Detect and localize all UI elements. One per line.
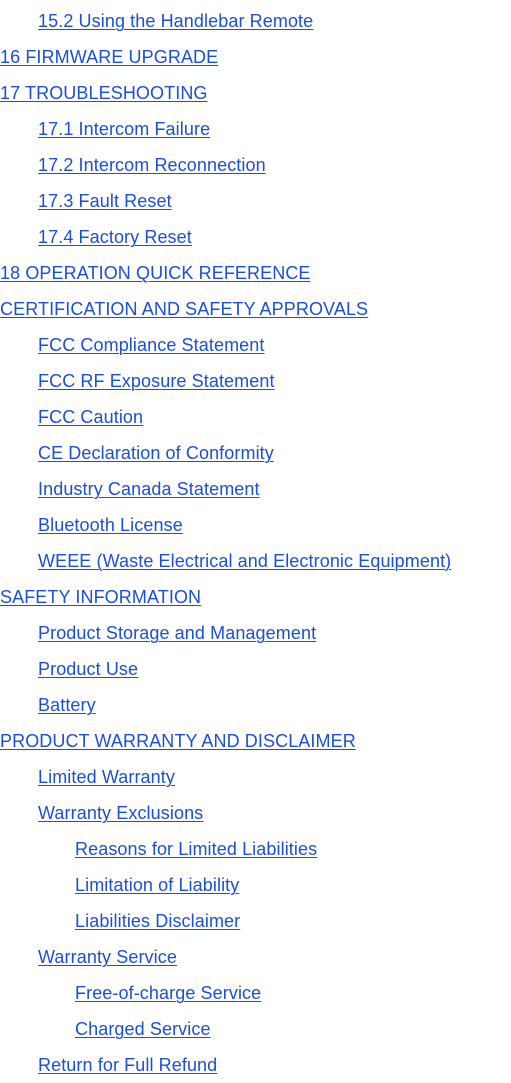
toc-entry[interactable]: 17.1 Intercom Failure bbox=[0, 111, 511, 147]
toc-link[interactable]: 16 FIRMWARE UPGRADE bbox=[0, 47, 218, 67]
toc-link[interactable]: Limited Warranty bbox=[38, 767, 175, 787]
toc-entry[interactable]: Limitation of Liability bbox=[0, 867, 511, 903]
toc-entry[interactable]: WEEE (Waste Electrical and Electronic Eq… bbox=[0, 543, 511, 579]
toc-link[interactable]: Liabilities Disclaimer bbox=[75, 911, 240, 931]
toc-link[interactable]: FCC Compliance Statement bbox=[38, 335, 265, 355]
toc-entry[interactable]: Reasons for Limited Liabilities bbox=[0, 831, 511, 867]
toc-entry[interactable]: PRODUCT WARRANTY AND DISCLAIMER bbox=[0, 723, 511, 759]
toc-entry[interactable]: Warranty Exclusions bbox=[0, 795, 511, 831]
toc-link[interactable]: FCC Caution bbox=[38, 407, 143, 427]
toc-link[interactable]: Charged Service bbox=[75, 1019, 211, 1039]
toc-link[interactable]: FCC RF Exposure Statement bbox=[38, 371, 275, 391]
toc-link[interactable]: Warranty Exclusions bbox=[38, 803, 203, 823]
toc-link[interactable]: Product Storage and Management bbox=[38, 623, 316, 643]
toc-entry[interactable]: 17.3 Fault Reset bbox=[0, 183, 511, 219]
toc-link[interactable]: 17.3 Fault Reset bbox=[38, 191, 172, 211]
toc-link[interactable]: WEEE (Waste Electrical and Electronic Eq… bbox=[38, 551, 451, 571]
toc-entry[interactable]: 15.2 Using the Handlebar Remote bbox=[0, 3, 511, 39]
toc-link[interactable]: Industry Canada Statement bbox=[38, 479, 260, 499]
toc-entry[interactable]: FCC Compliance Statement bbox=[0, 327, 511, 363]
toc-link[interactable]: Return for Full Refund bbox=[38, 1055, 217, 1075]
toc-entry[interactable]: 16 FIRMWARE UPGRADE bbox=[0, 39, 511, 75]
toc-entry[interactable]: FCC RF Exposure Statement bbox=[0, 363, 511, 399]
toc-entry[interactable]: Free-of-charge Service bbox=[0, 975, 511, 1011]
toc-entry[interactable]: Product Use bbox=[0, 651, 511, 687]
toc-link[interactable]: PRODUCT WARRANTY AND DISCLAIMER bbox=[0, 731, 356, 751]
toc-entry[interactable]: Liabilities Disclaimer bbox=[0, 903, 511, 939]
toc-link[interactable]: Free-of-charge Service bbox=[75, 983, 261, 1003]
toc-entry[interactable]: CERTIFICATION AND SAFETY APPROVALS bbox=[0, 291, 511, 327]
table-of-contents: 15.2 Using the Handlebar Remote 16 FIRMWA… bbox=[0, 0, 511, 1075]
toc-link[interactable]: Bluetooth License bbox=[38, 515, 183, 535]
toc-entry[interactable]: FCC Caution bbox=[0, 399, 511, 435]
toc-link[interactable]: SAFETY INFORMATION bbox=[0, 587, 201, 607]
toc-link[interactable]: 17.2 Intercom Reconnection bbox=[38, 155, 266, 175]
toc-entry[interactable]: Battery bbox=[0, 687, 511, 723]
toc-entry[interactable]: Charged Service bbox=[0, 1011, 511, 1047]
toc-link[interactable]: Limitation of Liability bbox=[75, 875, 239, 895]
toc-entry[interactable]: Product Storage and Management bbox=[0, 615, 511, 651]
toc-link[interactable]: Warranty Service bbox=[38, 947, 177, 967]
toc-link[interactable]: 15.2 Using the Handlebar Remote bbox=[38, 11, 313, 31]
toc-link[interactable]: 18 OPERATION QUICK REFERENCE bbox=[0, 263, 311, 283]
toc-entry[interactable]: SAFETY INFORMATION bbox=[0, 579, 511, 615]
toc-entry[interactable]: 17.2 Intercom Reconnection bbox=[0, 147, 511, 183]
toc-link[interactable]: Reasons for Limited Liabilities bbox=[75, 839, 317, 859]
toc-entry[interactable]: Bluetooth License bbox=[0, 507, 511, 543]
toc-entry[interactable]: 17 TROUBLESHOOTING bbox=[0, 75, 511, 111]
toc-link[interactable]: CERTIFICATION AND SAFETY APPROVALS bbox=[0, 299, 368, 319]
toc-link[interactable]: CE Declaration of Conformity bbox=[38, 443, 274, 463]
toc-link[interactable]: 17.1 Intercom Failure bbox=[38, 119, 210, 139]
toc-link[interactable]: 17 TROUBLESHOOTING bbox=[0, 83, 208, 103]
toc-link[interactable]: Battery bbox=[38, 695, 96, 715]
toc-entry[interactable]: 18 OPERATION QUICK REFERENCE bbox=[0, 255, 511, 291]
toc-link[interactable]: Product Use bbox=[38, 659, 138, 679]
toc-entry[interactable]: Limited Warranty bbox=[0, 759, 511, 795]
toc-entry[interactable]: Industry Canada Statement bbox=[0, 471, 511, 507]
toc-entry[interactable]: Warranty Service bbox=[0, 939, 511, 975]
toc-entry[interactable]: 17.4 Factory Reset bbox=[0, 219, 511, 255]
toc-entry[interactable]: Return for Full Refund bbox=[0, 1047, 511, 1083]
toc-link[interactable]: 17.4 Factory Reset bbox=[38, 227, 192, 247]
toc-entry[interactable]: CE Declaration of Conformity bbox=[0, 435, 511, 471]
